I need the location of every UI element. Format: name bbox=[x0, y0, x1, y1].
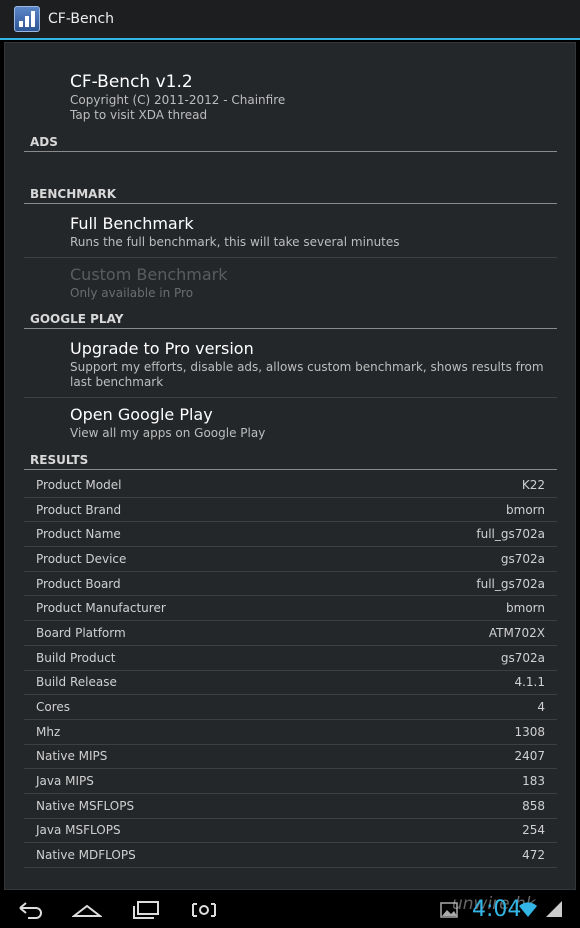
action-bar: CF-Bench bbox=[0, 0, 580, 40]
result-value: 1308 bbox=[514, 724, 545, 739]
result-value: 472 bbox=[522, 848, 545, 863]
result-value: 254 bbox=[522, 823, 545, 838]
result-value: 4.1.1 bbox=[514, 675, 545, 690]
result-value: gs702a bbox=[500, 650, 545, 665]
open-google-play-summary: View all my apps on Google Play bbox=[70, 426, 266, 440]
recent-apps-icon[interactable] bbox=[132, 900, 160, 924]
about-item[interactable]: CF-Bench v1.2 Copyright (C) 2011-2012 - … bbox=[70, 71, 285, 123]
app-title: CF-Bench bbox=[48, 11, 115, 27]
result-label: Java MSFLOPS bbox=[36, 823, 121, 838]
result-row: Product Name full_gs702a bbox=[24, 522, 557, 548]
category-ads: ADS bbox=[24, 135, 557, 152]
result-label: Product Model bbox=[36, 477, 122, 492]
category-results: RESULTS bbox=[24, 453, 557, 470]
result-value: K22 bbox=[521, 477, 545, 492]
about-tap-text: Tap to visit XDA thread bbox=[70, 108, 208, 122]
results-list: Product Model K22 Product Brand bmorn Produc… bbox=[24, 473, 557, 868]
result-row: Java MIPS 183 bbox=[24, 769, 557, 794]
result-label: Board Platform bbox=[36, 625, 126, 640]
result-row: Native MIPS 2407 bbox=[24, 745, 557, 770]
result-label: Cores bbox=[36, 700, 71, 715]
system-navigation-bar: unwire.hk 4:04 bbox=[0, 892, 580, 928]
result-row: Build Product gs702a bbox=[24, 646, 557, 671]
result-row: Board Platform ATM702X bbox=[24, 621, 557, 646]
result-value: 183 bbox=[522, 774, 545, 789]
result-row: Product Model K22 bbox=[24, 473, 557, 498]
result-row: Native MSFLOPS 858 bbox=[24, 794, 557, 819]
custom-benchmark-item: Custom Benchmark Only available in Pro bbox=[70, 264, 550, 301]
upgrade-pro-title: Upgrade to Pro version bbox=[70, 339, 254, 358]
open-google-play-title: Open Google Play bbox=[70, 405, 213, 424]
result-label: Mhz bbox=[36, 724, 61, 739]
divider bbox=[24, 257, 557, 258]
about-title: CF-Bench v1.2 bbox=[70, 72, 193, 92]
result-value: full_gs702a bbox=[476, 527, 545, 542]
back-icon[interactable] bbox=[16, 900, 44, 924]
category-benchmark: BENCHMARK bbox=[24, 187, 557, 204]
custom-benchmark-summary: Only available in Pro bbox=[70, 286, 194, 300]
full-benchmark-summary: Runs the full benchmark, this will take … bbox=[70, 235, 400, 249]
app-icon[interactable] bbox=[14, 6, 40, 32]
result-label: Product Manufacturer bbox=[36, 601, 166, 616]
wifi-icon bbox=[518, 900, 538, 922]
home-icon[interactable] bbox=[71, 900, 103, 924]
custom-benchmark-title: Custom Benchmark bbox=[70, 265, 228, 284]
about-copyright: Copyright (C) 2011-2012 - Chainfire bbox=[70, 93, 286, 107]
screenshot-icon[interactable] bbox=[190, 900, 218, 924]
result-value: 2407 bbox=[514, 749, 545, 764]
result-row: Build Release 4.1.1 bbox=[24, 671, 557, 696]
result-row: Product Device gs702a bbox=[24, 547, 557, 572]
result-value: bmorn bbox=[506, 502, 545, 517]
upgrade-pro-summary: Support my efforts, disable ads, allows … bbox=[70, 360, 544, 389]
result-label: Native MIPS bbox=[36, 749, 108, 764]
clock: 4:04 bbox=[472, 897, 522, 922]
preferences-list: CF-Bench v1.2 Copyright (C) 2011-2012 - … bbox=[4, 42, 576, 890]
divider bbox=[24, 397, 557, 398]
result-row: Native MDFLOPS 472 bbox=[24, 843, 557, 868]
result-row: Java MSFLOPS 254 bbox=[24, 819, 557, 844]
result-value: full_gs702a bbox=[476, 576, 545, 591]
category-google-play: GOOGLE PLAY bbox=[24, 312, 557, 329]
result-label: Native MDFLOPS bbox=[36, 848, 136, 863]
signal-icon bbox=[544, 900, 564, 922]
result-label: Product Device bbox=[36, 551, 127, 566]
result-value: bmorn bbox=[506, 601, 545, 616]
full-benchmark-item[interactable]: Full Benchmark Runs the full benchmark, … bbox=[70, 213, 550, 250]
result-value: ATM702X bbox=[488, 625, 545, 640]
result-label: Product Board bbox=[36, 576, 121, 591]
result-row: Product Brand bmorn bbox=[24, 498, 557, 523]
result-label: Build Release bbox=[36, 675, 117, 690]
result-row: Cores 4 bbox=[24, 695, 557, 720]
result-label: Build Product bbox=[36, 650, 116, 665]
result-label: Java MIPS bbox=[36, 774, 94, 789]
result-label: Native MSFLOPS bbox=[36, 798, 135, 813]
open-google-play-item[interactable]: Open Google Play View all my apps on Goo… bbox=[70, 404, 550, 441]
result-value: 4 bbox=[537, 700, 545, 715]
result-row: Product Manufacturer bmorn bbox=[24, 596, 557, 622]
result-row: Product Board full_gs702a bbox=[24, 572, 557, 597]
full-benchmark-title: Full Benchmark bbox=[70, 214, 194, 233]
result-value: gs702a bbox=[500, 551, 545, 566]
result-label: Product Name bbox=[36, 527, 121, 542]
result-row: Mhz 1308 bbox=[24, 720, 557, 745]
upgrade-pro-item[interactable]: Upgrade to Pro version Support my effort… bbox=[70, 338, 550, 390]
result-label: Product Brand bbox=[36, 502, 122, 517]
result-value: 858 bbox=[522, 798, 545, 813]
